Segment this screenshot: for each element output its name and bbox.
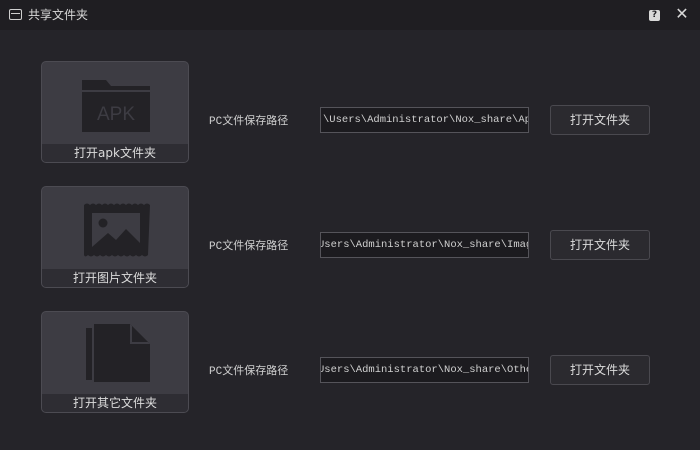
open-other-folder-button[interactable]: 打开文件夹 [550,355,650,385]
path-value: Users\Administrator\Nox_share\Other [320,364,529,376]
path-label: PC文件保存路径 [209,241,289,253]
image-icon [84,203,150,257]
open-image-folder-button[interactable]: 打开文件夹 [550,230,650,260]
tile-label: 打开apk文件夹 [42,144,188,162]
title-bar: 共享文件夹 ? ✕ [0,0,700,30]
open-image-folder-tile[interactable]: 打开图片文件夹 [41,186,189,288]
path-label: PC文件保存路径 [209,116,289,128]
tile-label: 打开图片文件夹 [42,269,188,287]
document-icon [86,324,150,382]
close-button[interactable]: ✕ [673,5,691,23]
apk-folder-icon: APK [82,80,150,132]
open-other-folder-tile[interactable]: 打开其它文件夹 [41,311,189,413]
path-value: \Users\Administrator\Nox_share\App [323,114,529,126]
tile-label: 打开其它文件夹 [42,394,188,412]
open-apk-folder-tile[interactable]: APK 打开apk文件夹 [41,61,189,163]
window-title: 共享文件夹 [28,8,89,22]
other-path-field[interactable]: Users\Administrator\Nox_share\Other [320,357,529,383]
help-button[interactable]: ? [649,10,660,21]
window-icon [9,9,22,20]
open-apk-folder-button[interactable]: 打开文件夹 [550,105,650,135]
image-path-field[interactable]: Users\Administrator\Nox_share\Image [320,232,529,258]
apk-path-field[interactable]: \Users\Administrator\Nox_share\App [320,107,529,133]
path-label: PC文件保存路径 [209,366,289,378]
path-value: Users\Administrator\Nox_share\Image [320,239,529,251]
apk-icon-text: APK [97,104,135,125]
